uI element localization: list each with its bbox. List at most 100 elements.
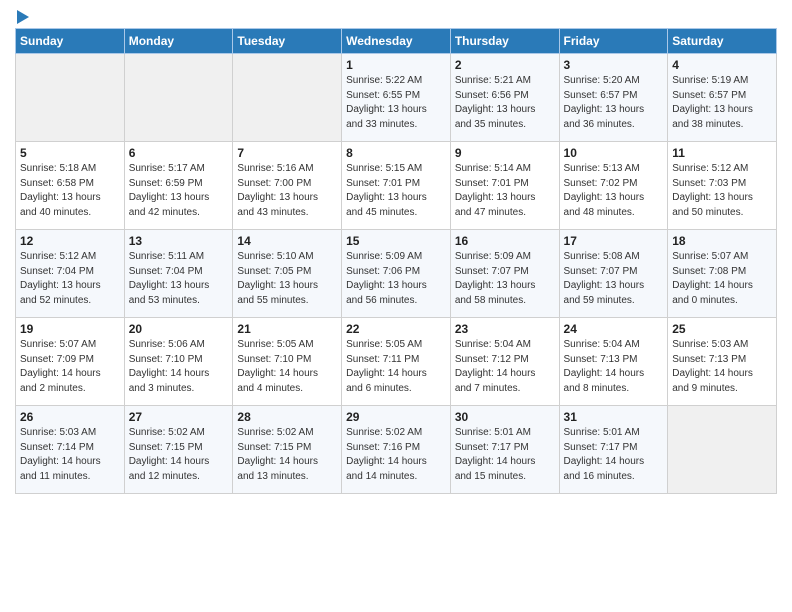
calendar-cell: 12 Sunrise: 5:12 AM Sunset: 7:04 PM Dayli… <box>16 230 125 318</box>
calendar-cell: 25 Sunrise: 5:03 AM Sunset: 7:13 PM Dayli… <box>668 318 777 406</box>
calendar-cell: 17 Sunrise: 5:08 AM Sunset: 7:07 PM Dayli… <box>559 230 668 318</box>
cell-content: Sunrise: 5:12 AM Sunset: 7:04 PM Dayligh… <box>20 250 120 308</box>
day-number: 28 <box>237 410 337 424</box>
cell-content: Sunrise: 5:20 AM Sunset: 6:57 PM Dayligh… <box>564 74 664 132</box>
day-number: 24 <box>564 322 664 336</box>
calendar-cell: 20Sunrise: 5:06 AM Sunset: 7:10 PM Dayli… <box>124 318 233 406</box>
page-header <box>15 10 777 20</box>
calendar-cell: 21Sunrise: 5:05 AM Sunset: 7:10 PM Dayli… <box>233 318 342 406</box>
cell-content: Sunrise: 5:07 AM Sunset: 7:09 PM Dayligh… <box>20 338 120 396</box>
day-number: 21 <box>237 322 337 336</box>
calendar-cell: 15 Sunrise: 5:09 AM Sunset: 7:06 PM Dayli… <box>342 230 451 318</box>
calendar-cell: 3Sunrise: 5:20 AM Sunset: 6:57 PM Daylig… <box>559 54 668 142</box>
calendar-cell: 5 Sunrise: 5:18 AM Sunset: 6:58 PM Daylig… <box>16 142 125 230</box>
cell-content: Sunrise: 5:15 AM Sunset: 7:01 PM Dayligh… <box>346 162 446 220</box>
col-header-friday: Friday <box>559 29 668 54</box>
day-number: 2 <box>455 58 555 72</box>
cell-content: Sunrise: 5:22 AM Sunset: 6:55 PM Dayligh… <box>346 74 446 132</box>
cell-content: Sunrise: 5:14 AM Sunset: 7:01 PM Dayligh… <box>455 162 555 220</box>
cell-content: Sunrise: 5:18 AM Sunset: 6:58 PM Dayligh… <box>20 162 120 220</box>
cell-content: Sunrise: 5:21 AM Sunset: 6:56 PM Dayligh… <box>455 74 555 132</box>
cell-content: Sunrise: 5:07 AM Sunset: 7:08 PM Dayligh… <box>672 250 772 308</box>
calendar-cell: 19 Sunrise: 5:07 AM Sunset: 7:09 PM Dayli… <box>16 318 125 406</box>
cell-content: Sunrise: 5:11 AM Sunset: 7:04 PM Dayligh… <box>129 250 229 308</box>
cell-content: Sunrise: 5:05 AM Sunset: 7:11 PM Dayligh… <box>346 338 446 396</box>
calendar-cell: 9 Sunrise: 5:14 AM Sunset: 7:01 PM Daylig… <box>450 142 559 230</box>
calendar-cell: 11 Sunrise: 5:12 AM Sunset: 7:03 PM Dayli… <box>668 142 777 230</box>
day-number: 25 <box>672 322 772 336</box>
day-number: 9 <box>455 146 555 160</box>
col-header-thursday: Thursday <box>450 29 559 54</box>
day-number: 5 <box>20 146 120 160</box>
day-number: 14 <box>237 234 337 248</box>
week-row-5: 26Sunrise: 5:03 AM Sunset: 7:14 PM Dayli… <box>16 406 777 494</box>
week-row-1: 1 Sunrise: 5:22 AM Sunset: 6:55 PM Daylig… <box>16 54 777 142</box>
day-number: 11 <box>672 146 772 160</box>
logo <box>15 10 31 20</box>
cell-content: Sunrise: 5:04 AM Sunset: 7:12 PM Dayligh… <box>455 338 555 396</box>
calendar-cell: 6Sunrise: 5:17 AM Sunset: 6:59 PM Daylig… <box>124 142 233 230</box>
cell-content: Sunrise: 5:13 AM Sunset: 7:02 PM Dayligh… <box>564 162 664 220</box>
day-number: 8 <box>346 146 446 160</box>
calendar-cell: 26Sunrise: 5:03 AM Sunset: 7:14 PM Dayli… <box>16 406 125 494</box>
day-number: 16 <box>455 234 555 248</box>
day-number: 17 <box>564 234 664 248</box>
calendar-cell: 23 Sunrise: 5:04 AM Sunset: 7:12 PM Dayli… <box>450 318 559 406</box>
logo-arrow <box>17 10 29 24</box>
cell-content: Sunrise: 5:01 AM Sunset: 7:17 PM Dayligh… <box>564 426 664 484</box>
day-number: 13 <box>129 234 229 248</box>
day-number: 1 <box>346 58 446 72</box>
calendar-cell: 16 Sunrise: 5:09 AM Sunset: 7:07 PM Dayli… <box>450 230 559 318</box>
day-number: 4 <box>672 58 772 72</box>
cell-content: Sunrise: 5:09 AM Sunset: 7:06 PM Dayligh… <box>346 250 446 308</box>
calendar-cell: 13 Sunrise: 5:11 AM Sunset: 7:04 PM Dayli… <box>124 230 233 318</box>
day-number: 23 <box>455 322 555 336</box>
day-number: 30 <box>455 410 555 424</box>
cell-content: Sunrise: 5:01 AM Sunset: 7:17 PM Dayligh… <box>455 426 555 484</box>
calendar-cell: 10 Sunrise: 5:13 AM Sunset: 7:02 PM Dayli… <box>559 142 668 230</box>
calendar-cell <box>668 406 777 494</box>
week-row-2: 5 Sunrise: 5:18 AM Sunset: 6:58 PM Daylig… <box>16 142 777 230</box>
calendar-cell: 18 Sunrise: 5:07 AM Sunset: 7:08 PM Dayli… <box>668 230 777 318</box>
calendar-cell: 4Sunrise: 5:19 AM Sunset: 6:57 PM Daylig… <box>668 54 777 142</box>
calendar-cell: 1 Sunrise: 5:22 AM Sunset: 6:55 PM Daylig… <box>342 54 451 142</box>
cell-content: Sunrise: 5:12 AM Sunset: 7:03 PM Dayligh… <box>672 162 772 220</box>
calendar-cell: 7 Sunrise: 5:16 AM Sunset: 7:00 PM Daylig… <box>233 142 342 230</box>
calendar-table: SundayMondayTuesdayWednesdayThursdayFrid… <box>15 28 777 494</box>
day-number: 18 <box>672 234 772 248</box>
calendar-cell <box>16 54 125 142</box>
cell-content: Sunrise: 5:08 AM Sunset: 7:07 PM Dayligh… <box>564 250 664 308</box>
cell-content: Sunrise: 5:02 AM Sunset: 7:15 PM Dayligh… <box>129 426 229 484</box>
day-number: 19 <box>20 322 120 336</box>
col-header-sunday: Sunday <box>16 29 125 54</box>
calendar-cell: 8 Sunrise: 5:15 AM Sunset: 7:01 PM Daylig… <box>342 142 451 230</box>
calendar-cell: 14 Sunrise: 5:10 AM Sunset: 7:05 PM Dayli… <box>233 230 342 318</box>
cell-content: Sunrise: 5:09 AM Sunset: 7:07 PM Dayligh… <box>455 250 555 308</box>
calendar-cell: 2 Sunrise: 5:21 AM Sunset: 6:56 PM Daylig… <box>450 54 559 142</box>
calendar-cell: 27 Sunrise: 5:02 AM Sunset: 7:15 PM Dayli… <box>124 406 233 494</box>
day-number: 6 <box>129 146 229 160</box>
calendar-cell: 22 Sunrise: 5:05 AM Sunset: 7:11 PM Dayli… <box>342 318 451 406</box>
day-number: 22 <box>346 322 446 336</box>
col-header-saturday: Saturday <box>668 29 777 54</box>
day-number: 31 <box>564 410 664 424</box>
day-number: 20 <box>129 322 229 336</box>
day-number: 26 <box>20 410 120 424</box>
calendar-cell <box>124 54 233 142</box>
cell-content: Sunrise: 5:03 AM Sunset: 7:13 PM Dayligh… <box>672 338 772 396</box>
cell-content: Sunrise: 5:16 AM Sunset: 7:00 PM Dayligh… <box>237 162 337 220</box>
day-number: 27 <box>129 410 229 424</box>
calendar-cell: 24Sunrise: 5:04 AM Sunset: 7:13 PM Dayli… <box>559 318 668 406</box>
day-number: 10 <box>564 146 664 160</box>
calendar-cell: 30 Sunrise: 5:01 AM Sunset: 7:17 PM Dayli… <box>450 406 559 494</box>
cell-content: Sunrise: 5:02 AM Sunset: 7:16 PM Dayligh… <box>346 426 446 484</box>
cell-content: Sunrise: 5:10 AM Sunset: 7:05 PM Dayligh… <box>237 250 337 308</box>
col-header-wednesday: Wednesday <box>342 29 451 54</box>
calendar-cell: 29Sunrise: 5:02 AM Sunset: 7:16 PM Dayli… <box>342 406 451 494</box>
day-number: 7 <box>237 146 337 160</box>
day-number: 15 <box>346 234 446 248</box>
day-number: 12 <box>20 234 120 248</box>
calendar-cell <box>233 54 342 142</box>
calendar-cell: 31 Sunrise: 5:01 AM Sunset: 7:17 PM Dayli… <box>559 406 668 494</box>
cell-content: Sunrise: 5:02 AM Sunset: 7:15 PM Dayligh… <box>237 426 337 484</box>
